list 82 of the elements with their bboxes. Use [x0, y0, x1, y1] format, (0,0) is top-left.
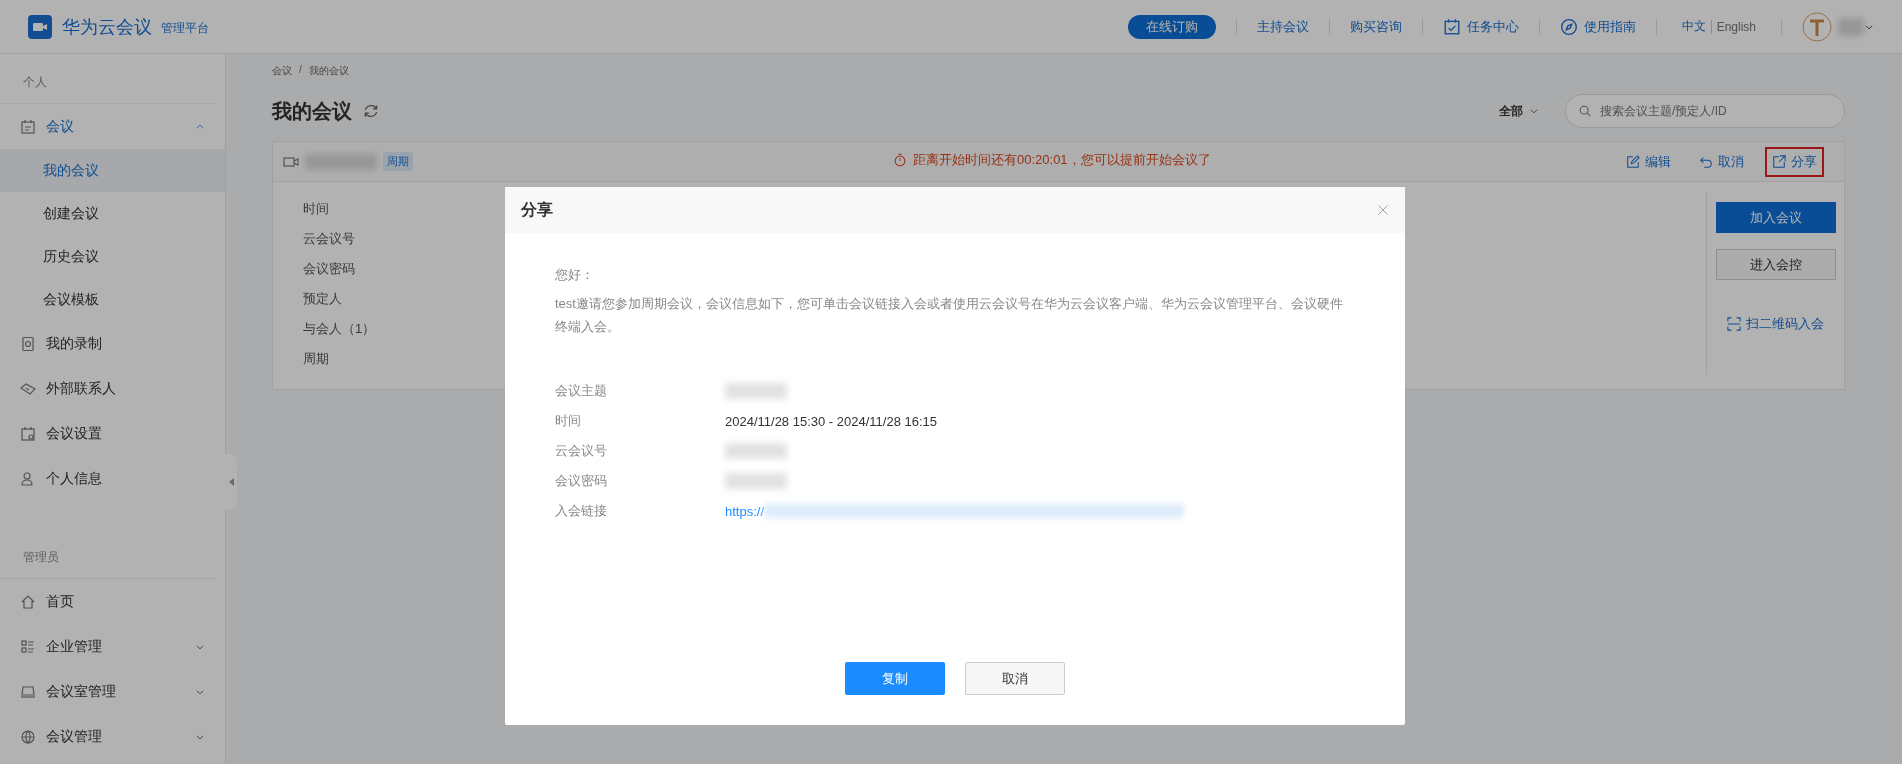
- nav-link[interactable]: 任务中心: [1442, 17, 1519, 36]
- nav-link[interactable]: 主持会议: [1256, 17, 1309, 36]
- blurred-username: [1838, 17, 1864, 36]
- brand-name: 华为云会议: [62, 15, 152, 39]
- sidebar-item[interactable]: 会议: [0, 104, 225, 149]
- search-icon: [1578, 104, 1592, 118]
- qr-join-link[interactable]: 扫二维码入会: [1715, 308, 1836, 339]
- language-option[interactable]: 中文: [1676, 18, 1711, 35]
- order-button[interactable]: 在线订购: [1127, 14, 1216, 39]
- section-label: 个人: [0, 54, 217, 104]
- detail-label: 周期: [303, 350, 329, 368]
- sidebar-item[interactable]: 个人信息: [0, 456, 225, 501]
- sidebar-item[interactable]: 会议管理: [0, 714, 225, 759]
- greeting-text: 您好：: [555, 266, 595, 284]
- blurred-value: [725, 473, 787, 489]
- dialog-title: 分享: [521, 199, 553, 220]
- field-label: 会议主题: [555, 382, 608, 400]
- sidebar-item[interactable]: 外部联系人: [0, 366, 225, 411]
- checklist-icon: [1442, 17, 1461, 36]
- breadcrumb-separator: /: [299, 64, 302, 77]
- brand-subtitle: 管理平台: [161, 19, 209, 37]
- list-icon: [20, 638, 36, 655]
- language-option[interactable]: English: [1711, 19, 1761, 34]
- avatar-icon[interactable]: [1802, 11, 1832, 42]
- close-button[interactable]: [1377, 204, 1389, 216]
- sidebar-subitem[interactable]: 历史会议: [0, 235, 225, 278]
- globe-icon: [20, 728, 36, 745]
- compass-icon: [1559, 17, 1578, 36]
- detail-label: 预定人: [303, 290, 342, 308]
- nav-link[interactable]: 购买咨询: [1349, 17, 1402, 36]
- section-label: 管理员: [0, 529, 217, 579]
- sidebar-subitem[interactable]: 创建会议: [0, 192, 225, 235]
- breadcrumb-item[interactable]: 会议: [272, 64, 292, 78]
- sidebar-item[interactable]: 我的录制: [0, 321, 225, 366]
- sidebar-item[interactable]: 首页: [0, 579, 225, 624]
- breadcrumb-item: 我的会议: [308, 64, 349, 78]
- recording-icon: [20, 335, 36, 352]
- join-link[interactable]: https://: [725, 503, 765, 519]
- home-icon: [20, 593, 36, 610]
- nav-link[interactable]: 使用指南: [1559, 17, 1636, 36]
- share-icon: [1772, 154, 1786, 169]
- timer-icon: [893, 153, 907, 167]
- copy-button[interactable]: 复制: [845, 662, 945, 695]
- close-icon: [1377, 204, 1389, 216]
- sidebar-item[interactable]: 会议设置: [0, 411, 225, 456]
- detail-label: 与会人（1）: [303, 320, 376, 338]
- detail-label: 时间: [303, 200, 329, 218]
- meeting-button[interactable]: 进入会控: [1715, 249, 1836, 280]
- field-value: 2024/11/28 15:30 - 2024/11/28 16:15: [725, 413, 938, 429]
- blurred-value: [725, 383, 787, 399]
- meeting-button[interactable]: 加入会议: [1715, 202, 1836, 233]
- blurred-value: [725, 443, 787, 459]
- scan-icon: [1727, 316, 1741, 331]
- detail-label: 会议密码: [303, 260, 355, 278]
- chevron-down-icon: [1529, 106, 1539, 116]
- action-link[interactable]: 编辑: [1619, 146, 1678, 177]
- calendar-icon: [20, 118, 36, 135]
- cancel-button[interactable]: 取消: [965, 662, 1065, 695]
- sidebar-item[interactable]: 企业管理: [0, 624, 225, 669]
- field-label: 入会链接: [555, 502, 608, 520]
- countdown-text: 距离开始时间还有00:20:01，您可以提前开始会议了: [913, 151, 1211, 169]
- logo-icon: [28, 14, 52, 39]
- action-link[interactable]: 取消: [1692, 146, 1751, 177]
- action-link[interactable]: 分享: [1765, 146, 1824, 177]
- page-title: 我的会议: [272, 98, 352, 124]
- sidebar-subitem[interactable]: 我的会议: [0, 149, 225, 192]
- field-label: 云会议号: [555, 442, 608, 460]
- field-label: 时间: [555, 412, 582, 430]
- refresh-icon[interactable]: [362, 102, 380, 120]
- edit-icon: [1626, 154, 1640, 169]
- detail-label: 云会议号: [303, 230, 355, 248]
- search-field[interactable]: 搜索会议主题/预定人/ID: [1565, 94, 1845, 128]
- person-icon: [20, 470, 36, 487]
- filter-dropdown[interactable]: 全部: [1493, 101, 1545, 121]
- sidebar-item[interactable]: 会议室管理: [0, 669, 225, 714]
- field-label: 会议密码: [555, 472, 608, 490]
- calendar-settings-icon: [20, 425, 36, 442]
- recurring-tag: 周期: [383, 152, 413, 171]
- sidebar-subitem[interactable]: 会议模板: [0, 278, 225, 321]
- room-icon: [20, 683, 36, 700]
- collapse-handle[interactable]: [225, 454, 237, 510]
- invitation-text: test邀请您参加周期会议，会议信息如下，您可单击会议链接入会或者使用云会议号在华为云会议客户端、华为云会议管理平台、会议硬件终端入会。: [555, 295, 1344, 336]
